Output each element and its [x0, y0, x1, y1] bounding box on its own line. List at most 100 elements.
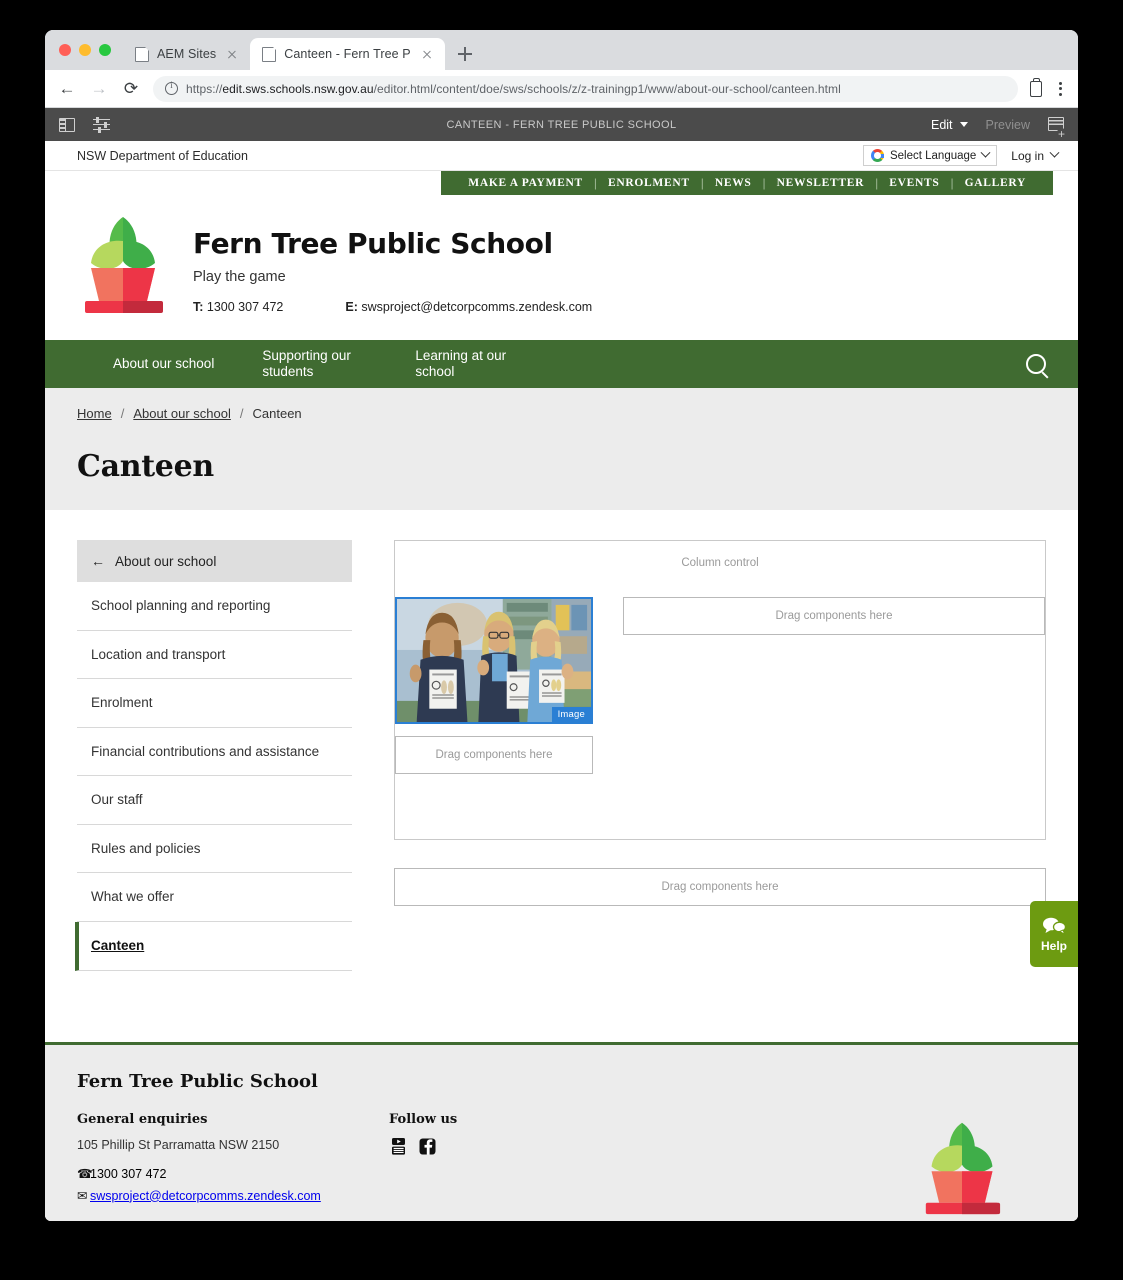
page-properties-icon[interactable] — [93, 116, 110, 133]
school-tagline: Play the game — [193, 269, 286, 285]
dropzone-right-column[interactable]: Drag components here — [623, 597, 1045, 635]
facebook-icon[interactable] — [418, 1137, 437, 1156]
envelope-icon: ✉ — [77, 1188, 88, 1203]
quicklinks-bar: MAKE A PAYMENT | ENROLMENT | NEWS | NEWS… — [441, 171, 1053, 195]
aem-edit-mode-selector[interactable]: Edit — [931, 118, 968, 132]
breadcrumb-item-home[interactable]: Home — [77, 406, 112, 421]
school-contact-row: T: 1300 307 472 E: swsproject@detcorpcom… — [193, 300, 592, 314]
phone-icon: ☎ — [77, 1167, 93, 1182]
nav-item-supporting-our-students[interactable]: Supporting our students — [262, 348, 367, 379]
department-name: NSW Department of Education — [77, 148, 248, 163]
page-title: Canteen — [77, 449, 214, 484]
footer-enquiries-heading: General enquiries — [77, 1112, 208, 1127]
sidebar-item-financial-contributions-and-assistance[interactable]: Financial contributions and assistance — [77, 728, 352, 777]
school-email: E: swsproject@detcorpcomms.zendesk.com — [345, 300, 593, 314]
tab-favicon-icon — [135, 46, 150, 62]
sidebar-item-our-staff[interactable]: Our staff — [77, 776, 352, 825]
close-tab-icon[interactable] — [419, 46, 435, 62]
main-navigation: About our school Supporting our students… — [45, 340, 1078, 388]
reload-button[interactable]: ⟳ — [117, 75, 145, 103]
browser-tab-canteen[interactable]: Canteen - Fern Tree Public Sch — [250, 38, 446, 70]
address-bar[interactable]: https://edit.sws.schools.nsw.gov.au/edit… — [153, 75, 1018, 102]
footer-school-name: Fern Tree Public School — [77, 1071, 318, 1092]
login-label: Log in — [1011, 148, 1044, 163]
side-panel-icon[interactable] — [59, 117, 75, 132]
site-info-icon[interactable] — [165, 80, 178, 95]
window-controls[interactable] — [55, 30, 123, 70]
chat-bubbles-icon — [1043, 917, 1066, 935]
breadcrumb-separator: / — [239, 406, 244, 421]
extension-icon[interactable] — [1030, 78, 1042, 97]
footer-follow-heading: Follow us — [389, 1112, 458, 1127]
footer-email[interactable]: swsproject@detcorpcomms.zendesk.com — [90, 1189, 321, 1203]
footer-phone: 1300 307 472 — [90, 1167, 167, 1182]
browser-tab-aem-sites[interactable]: AEM Sites — [123, 38, 250, 70]
school-name: Fern Tree Public School — [193, 227, 553, 260]
help-label: Help — [1040, 938, 1067, 953]
google-translate-icon — [870, 149, 884, 162]
footer-address: 105 Phillip St Parramatta NSW 2150 — [77, 1138, 280, 1152]
authoring-canvas: Column control Image Drag components her… — [394, 540, 1046, 971]
language-select[interactable]: Select Language — [862, 145, 998, 166]
sidebar-item-location-and-transport[interactable]: Location and transport — [77, 631, 352, 680]
nav-item-learning-at-our-school[interactable]: Learning at our school — [415, 348, 520, 379]
tab-favicon-icon — [262, 46, 277, 62]
breadcrumb: Home / About our school / Canteen — [77, 406, 1046, 421]
minimize-window-button[interactable] — [79, 44, 91, 56]
breadcrumb-item-about-our-school[interactable]: About our school — [133, 406, 231, 421]
url-text: https://edit.sws.schools.nsw.gov.au/edit… — [186, 81, 841, 96]
maximize-window-button[interactable] — [99, 44, 111, 56]
quicklink-enrolment[interactable]: ENROLMENT — [597, 177, 701, 189]
section-nav-header-label: About our school — [115, 553, 217, 569]
aem-page-title: CANTEEN - FERN TREE PUBLIC SCHOOL — [446, 118, 677, 131]
aem-editor-toolbar: CANTEEN - FERN TREE PUBLIC SCHOOL Edit P… — [45, 108, 1078, 141]
classroom-photo — [397, 599, 591, 722]
dropzone-left-column[interactable]: Drag components here — [395, 736, 593, 774]
browser-menu-icon[interactable] — [1052, 81, 1068, 97]
site-page: NSW Department of Education Select Langu… — [45, 141, 1078, 1221]
sidebar-item-canteen[interactable]: Canteen — [75, 921, 352, 971]
quicklink-gallery[interactable]: GALLERY — [954, 177, 1037, 189]
quicklink-newsletter[interactable]: NEWSLETTER — [766, 177, 876, 189]
quicklink-events[interactable]: EVENTS — [878, 177, 950, 189]
help-button[interactable]: Help — [1030, 901, 1078, 967]
browser-window: AEM Sites Canteen - Fern Tree Public Sch… — [45, 30, 1078, 1221]
close-tab-icon[interactable] — [224, 46, 240, 62]
forward-button[interactable]: → — [85, 75, 113, 103]
site-masthead: Fern Tree Public School Play the game T:… — [45, 195, 1078, 340]
breadcrumb-separator: / — [120, 406, 125, 421]
aem-edit-label: Edit — [930, 117, 953, 132]
sidebar-item-rules-and-policies[interactable]: Rules and policies — [77, 825, 352, 874]
image-component[interactable]: Image — [395, 597, 593, 724]
chevron-down-icon — [1049, 147, 1060, 158]
quicklink-news[interactable]: NEWS — [704, 177, 763, 189]
new-tab-button[interactable] — [451, 40, 479, 68]
column-control-label: Column control — [681, 557, 759, 569]
component-badge: Image — [551, 707, 591, 722]
back-arrow-icon: ← — [91, 553, 105, 569]
login-menu[interactable]: Log in — [1011, 147, 1060, 163]
sidebar-item-school-planning-and-reporting[interactable]: School planning and reporting — [77, 582, 352, 631]
quicklink-make-a-payment[interactable]: MAKE A PAYMENT — [457, 177, 594, 189]
back-button[interactable]: ← — [53, 75, 81, 103]
chevron-down-icon — [980, 147, 991, 158]
footer-email-row: ✉ swsproject@detcorpcomms.zendesk.com — [77, 1186, 377, 1207]
quicklinks-row: MAKE A PAYMENT | ENROLMENT | NEWS | NEWS… — [45, 171, 1078, 195]
page-body: ← About our school School planning and r… — [45, 510, 1078, 971]
browser-toolbar: ← → ⟳ https://edit.sws.schools.nsw.gov.a… — [45, 70, 1078, 108]
dropzone-main-parsys[interactable]: Drag components here — [394, 868, 1046, 906]
column-control-component[interactable]: Column control Image Drag components her… — [394, 540, 1046, 840]
aem-preview-button[interactable]: Preview — [986, 118, 1030, 132]
sidebar-item-what-we-offer[interactable]: What we offer — [77, 873, 352, 922]
close-window-button[interactable] — [59, 44, 71, 56]
search-icon[interactable] — [1026, 354, 1046, 374]
section-navigation: ← About our school School planning and r… — [75, 540, 352, 971]
breadcrumb-band: Home / About our school / Canteen Cantee… — [45, 388, 1078, 510]
nav-item-about-our-school[interactable]: About our school — [113, 356, 214, 372]
page-information-icon[interactable] — [1048, 117, 1066, 137]
section-nav-header[interactable]: ← About our school — [77, 540, 352, 582]
school-phone: T: 1300 307 472 — [193, 300, 284, 314]
youtube-icon[interactable] — [389, 1137, 408, 1156]
sidebar-item-enrolment[interactable]: Enrolment — [77, 679, 352, 728]
tab-title: Canteen - Fern Tree Public Sch — [284, 47, 411, 61]
